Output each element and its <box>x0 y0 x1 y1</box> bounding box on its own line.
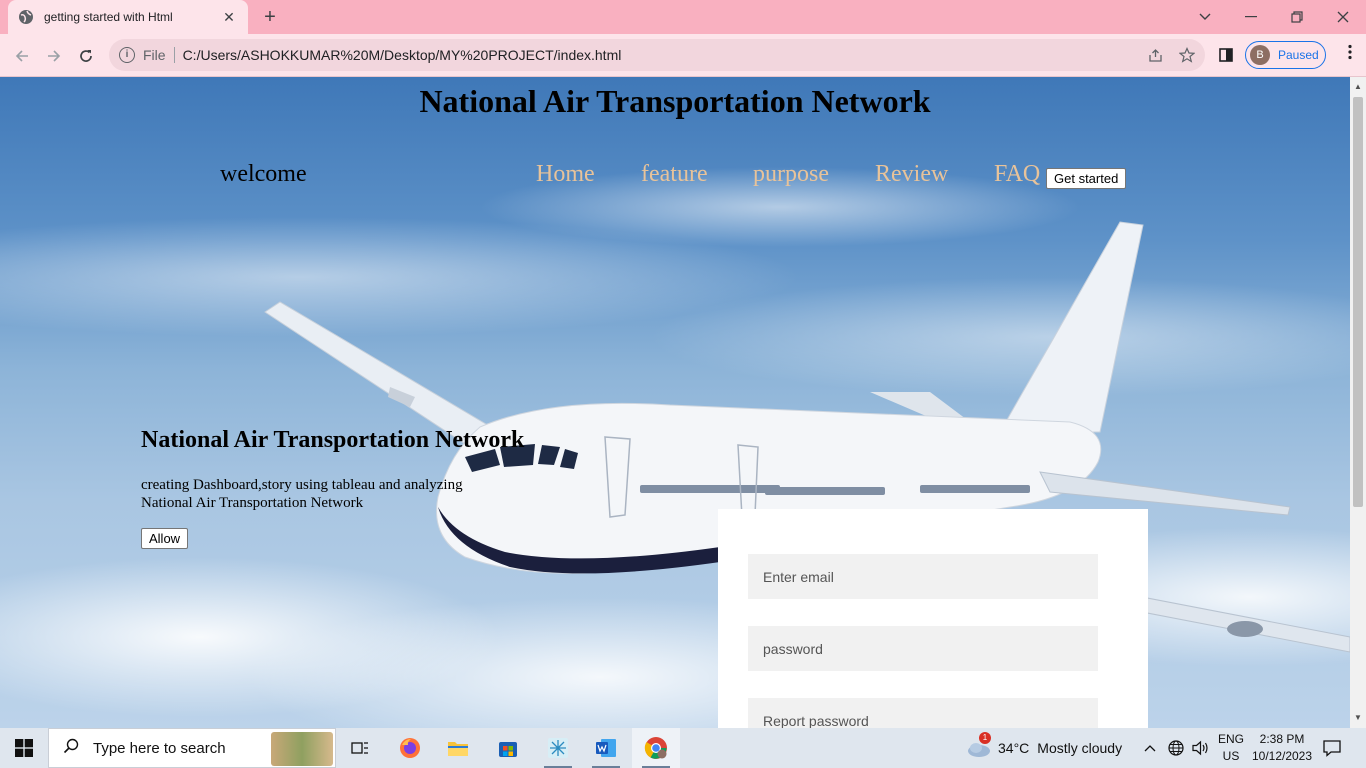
url-scheme-label: File <box>143 47 166 63</box>
site-info-icon[interactable]: i <box>119 47 135 63</box>
weather-widget[interactable]: 1 34°C Mostly cloudy <box>966 728 1122 768</box>
taskbar: Type here to search 1 34°C Mostly cloudy <box>0 728 1366 768</box>
url-text: C:/Users/ASHOKKUMAR%20M/Desktop/MY%20PRO… <box>182 47 622 63</box>
nav-link-purpose[interactable]: purpose <box>753 161 829 188</box>
profile-button[interactable]: B Paused <box>1245 41 1326 69</box>
nav-link-feature[interactable]: feature <box>641 161 708 188</box>
share-icon[interactable] <box>1143 39 1167 71</box>
bookmark-star-icon[interactable] <box>1175 39 1199 71</box>
clock[interactable]: 2:38 PM 10/12/2023 <box>1250 731 1314 765</box>
hero-description: creating Dashboard,story using tableau a… <box>141 477 463 511</box>
search-placeholder: Type here to search <box>93 739 226 757</box>
avatar: B <box>1250 45 1270 65</box>
input-language[interactable]: ENG US <box>1216 731 1246 765</box>
nav-link-faq[interactable]: FAQ <box>994 161 1040 188</box>
clock-date: 10/12/2023 <box>1251 749 1313 763</box>
clock-time: 2:38 PM <box>1259 732 1305 746</box>
firefox-icon[interactable] <box>386 728 434 768</box>
notifications-icon[interactable] <box>1322 728 1342 768</box>
tab-title: getting started with Html <box>44 10 173 24</box>
start-button[interactable] <box>0 728 48 768</box>
store-icon[interactable] <box>484 728 532 768</box>
browser-toolbar: i File C:/Users/ASHOKKUMAR%20M/Desktop/M… <box>0 34 1366 77</box>
address-bar[interactable]: i File C:/Users/ASHOKKUMAR%20M/Desktop/M… <box>109 39 1205 71</box>
minimize-button[interactable] <box>1228 0 1274 34</box>
hero-title: National Air Transportation Network <box>141 427 525 453</box>
scrollbar-thumb[interactable] <box>1353 97 1363 507</box>
restore-button[interactable] <box>1274 0 1320 34</box>
url-divider <box>173 47 175 63</box>
page-title: National Air Transportation Network <box>419 83 931 119</box>
weather-text: Mostly cloudy <box>1037 740 1123 756</box>
reload-button[interactable] <box>72 42 100 70</box>
browser-tab[interactable]: getting started with Html ✕ <box>8 0 248 34</box>
welcome-text: welcome <box>220 161 307 187</box>
tab-strip: getting started with Html ✕ + <box>0 0 1366 34</box>
email-field[interactable] <box>748 554 1098 599</box>
scroll-up-icon[interactable]: ▲ <box>1350 79 1366 95</box>
volume-icon[interactable] <box>1192 728 1210 768</box>
cloud-icon: 1 <box>966 732 992 758</box>
page-viewport: National Air Transportation Network welc… <box>0 77 1350 728</box>
search-highlight-image <box>271 732 333 766</box>
profile-status: Paused <box>1278 48 1319 62</box>
new-tab-button[interactable]: + <box>258 5 282 29</box>
snipping-app-icon[interactable] <box>534 728 582 768</box>
tab-close-icon[interactable]: ✕ <box>220 9 238 26</box>
lang-region: US <box>1222 749 1240 763</box>
close-window-button[interactable] <box>1320 0 1366 34</box>
weather-badge: 1 <box>979 732 991 744</box>
browser-menu-icon[interactable] <box>1342 44 1358 66</box>
search-icon <box>63 738 79 759</box>
password-field[interactable] <box>748 626 1098 671</box>
allow-button[interactable]: Allow <box>141 528 189 549</box>
taskbar-search[interactable]: Type here to search <box>48 728 336 768</box>
tab-search-icon[interactable] <box>1182 0 1228 34</box>
windows-logo-icon <box>15 739 33 757</box>
scroll-down-icon[interactable]: ▼ <box>1350 710 1366 726</box>
nav-link-review[interactable]: Review <box>875 161 948 188</box>
get-started-button[interactable]: Get started <box>1046 168 1127 189</box>
globe-icon <box>18 9 34 25</box>
task-view-icon[interactable] <box>336 728 384 768</box>
temperature: 34°C <box>998 740 1030 756</box>
back-button[interactable] <box>8 42 36 70</box>
repeat-password-field[interactable] <box>748 698 1098 728</box>
network-icon[interactable] <box>1168 728 1184 768</box>
lang-code: ENG <box>1217 732 1244 746</box>
side-panel-icon[interactable] <box>1216 45 1236 65</box>
show-hidden-icons-button[interactable] <box>1144 728 1156 768</box>
file-explorer-icon[interactable] <box>434 728 482 768</box>
signup-form <box>718 509 1148 728</box>
page-scrollbar[interactable]: ▲ ▼ <box>1350 77 1366 728</box>
nav-link-home[interactable]: Home <box>536 161 595 188</box>
forward-button[interactable] <box>40 42 68 70</box>
word-icon[interactable] <box>582 728 630 768</box>
chrome-icon[interactable] <box>632 728 680 768</box>
